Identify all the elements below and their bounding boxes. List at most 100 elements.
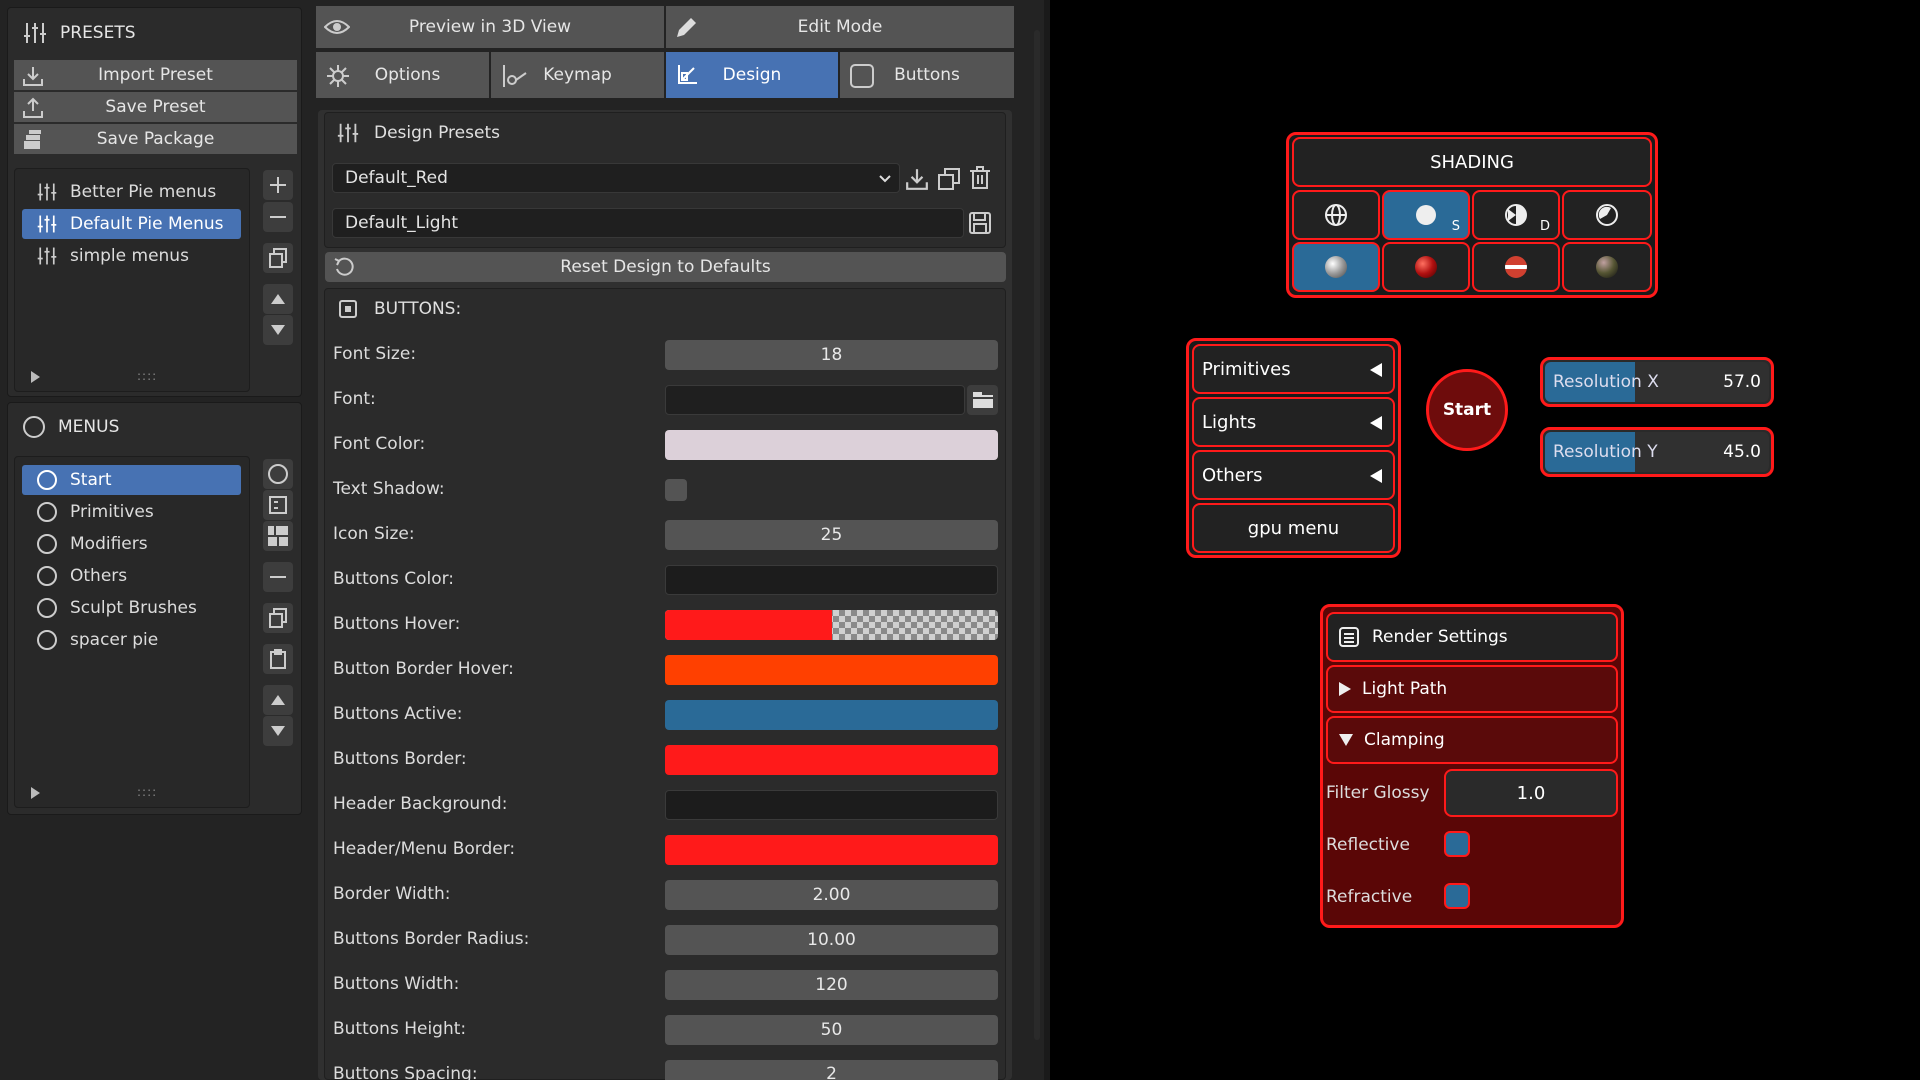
font-color-swatch[interactable] xyxy=(665,430,998,460)
matcap-stripe-button[interactable] xyxy=(1472,242,1560,292)
triangle-down-icon xyxy=(1339,734,1353,746)
menus-header[interactable]: MENUS xyxy=(22,415,119,439)
shading-wireframe-button[interactable] xyxy=(1292,190,1380,240)
expand-icon[interactable] xyxy=(31,787,40,799)
preview-3d-button[interactable]: Preview in 3D View xyxy=(316,6,664,48)
duplicate-icon xyxy=(269,608,287,628)
header-background-swatch[interactable] xyxy=(665,790,998,820)
buttons-border-swatch[interactable] xyxy=(665,745,998,775)
resize-handle[interactable]: :::: xyxy=(137,369,157,383)
reflective-checkbox[interactable] xyxy=(1444,831,1470,857)
matcap-grey-icon xyxy=(1325,256,1347,278)
move-up-button[interactable] xyxy=(263,284,293,314)
duplicate-preset-button[interactable] xyxy=(263,243,293,273)
design-presets-header[interactable]: Design Presets xyxy=(336,121,500,145)
duplicate-icon[interactable] xyxy=(937,167,961,191)
buttons-height-field[interactable]: 50 xyxy=(665,1015,998,1045)
font-label: Font: xyxy=(333,389,376,409)
submenu-gpu-menu[interactable]: gpu menu xyxy=(1192,503,1395,553)
scrollbar[interactable] xyxy=(1034,30,1040,1040)
resolution-y-slider[interactable]: Resolution Y 45.0 xyxy=(1545,432,1769,472)
buttons-spacing-row: Buttons Spacing: 2 xyxy=(0,1058,1040,1080)
list-item[interactable]: spacer pie xyxy=(22,625,241,655)
refractive-checkbox[interactable] xyxy=(1444,883,1470,909)
list-item[interactable]: Others xyxy=(22,561,241,591)
save-icon[interactable] xyxy=(968,211,992,235)
grid-menu-type-button[interactable] xyxy=(263,521,293,551)
list-item[interactable]: Modifiers xyxy=(22,529,241,559)
tab-buttons[interactable]: Buttons xyxy=(840,52,1014,98)
list-item[interactable]: Default Pie Menus xyxy=(22,209,241,239)
list-item[interactable]: Start xyxy=(22,465,241,495)
remove-preset-button[interactable] xyxy=(263,202,293,232)
shading-solid-button[interactable]: S xyxy=(1382,190,1470,240)
import-preset-button[interactable]: Import Preset xyxy=(14,60,297,90)
buttons-spacing-field[interactable]: 2 xyxy=(665,1060,998,1080)
shading-rendered-button[interactable] xyxy=(1562,190,1652,240)
button-border-hover-swatch[interactable] xyxy=(665,655,998,685)
text-shadow-label: Text Shadow: xyxy=(333,479,445,499)
list-item[interactable]: Sculpt Brushes xyxy=(22,593,241,623)
move-up-button[interactable] xyxy=(263,685,293,715)
middle-bg-right xyxy=(1018,0,1044,1080)
buttons-width-field[interactable]: 120 xyxy=(665,970,998,1000)
buttons-header[interactable]: BUTTONS: xyxy=(338,299,461,319)
font-size-field[interactable]: 18 xyxy=(665,340,998,370)
filter-glossy-label: Filter Glossy xyxy=(1326,783,1430,803)
shading-material-button[interactable]: D xyxy=(1472,190,1560,240)
clamping-toggle[interactable]: Clamping xyxy=(1326,716,1618,764)
buttons-color-swatch[interactable] xyxy=(665,565,998,595)
edit-mode-button[interactable]: Edit Mode xyxy=(666,6,1014,48)
move-down-button[interactable] xyxy=(263,716,293,746)
resolution-x-slider[interactable]: Resolution X 57.0 xyxy=(1545,362,1769,402)
trash-icon[interactable] xyxy=(969,166,991,190)
list-icon xyxy=(1339,627,1359,647)
submenu-lights[interactable]: Lights xyxy=(1192,397,1395,447)
submenu-primitives[interactable]: Primitives xyxy=(1192,344,1395,394)
tab-design[interactable]: Design xyxy=(666,52,838,98)
design-preset-select[interactable]: Default_Red xyxy=(332,163,900,193)
reset-design-button[interactable]: Reset Design to Defaults xyxy=(325,252,1006,282)
presets-header[interactable]: PRESETS xyxy=(22,20,136,46)
region-divider[interactable] xyxy=(1044,0,1050,1080)
resize-handle[interactable]: :::: xyxy=(137,785,157,799)
buttons-hover-swatch[interactable] xyxy=(665,610,998,640)
import-icon[interactable] xyxy=(905,167,929,191)
tab-keymap[interactable]: Keymap xyxy=(491,52,664,98)
matcap-red-button[interactable] xyxy=(1382,242,1470,292)
save-preset-button[interactable]: Save Preset xyxy=(14,92,297,122)
pie-menu-type-button[interactable] xyxy=(263,459,293,489)
paste-menu-button[interactable] xyxy=(263,644,293,674)
tab-options[interactable]: Options xyxy=(316,52,489,98)
add-preset-button[interactable] xyxy=(263,170,293,200)
design-light-input[interactable]: Default_Light xyxy=(332,208,964,238)
start-button[interactable]: Start xyxy=(1426,369,1508,451)
save-package-button[interactable]: Save Package xyxy=(14,124,297,154)
duplicate-menu-button[interactable] xyxy=(263,603,293,633)
border-width-field[interactable]: 2.00 xyxy=(665,880,998,910)
move-down-button[interactable] xyxy=(263,315,293,345)
submenu-others[interactable]: Others xyxy=(1192,450,1395,500)
icon-size-field[interactable]: 25 xyxy=(665,520,998,550)
matcap-grey-button[interactable] xyxy=(1292,242,1380,292)
font-path-input[interactable] xyxy=(665,385,965,415)
folder-button[interactable] xyxy=(967,385,998,415)
remove-menu-button[interactable] xyxy=(263,562,293,592)
presets-list[interactable]: Better Pie menus Default Pie Menus simpl… xyxy=(14,168,250,392)
matcap-dark-button[interactable] xyxy=(1562,242,1652,292)
list-item[interactable]: Better Pie menus xyxy=(22,177,241,207)
text-shadow-checkbox[interactable] xyxy=(665,479,687,501)
header-menu-border-swatch[interactable] xyxy=(665,835,998,865)
list-item[interactable]: Primitives xyxy=(22,497,241,527)
refractive-label: Refractive xyxy=(1326,887,1413,907)
panel-menu-type-button[interactable] xyxy=(263,490,293,520)
menus-list[interactable]: Start Primitives Modifiers Others Sculpt… xyxy=(14,456,250,808)
buttons-active-swatch[interactable] xyxy=(665,700,998,730)
filter-glossy-field[interactable]: 1.0 xyxy=(1444,769,1618,817)
light-path-toggle[interactable]: Light Path xyxy=(1326,665,1618,713)
expand-icon[interactable] xyxy=(31,371,40,383)
buttons-border-radius-field[interactable]: 10.00 xyxy=(665,925,998,955)
list-item[interactable]: simple menus xyxy=(22,241,241,271)
render-settings-header[interactable]: Render Settings xyxy=(1326,612,1618,662)
grid-icon xyxy=(268,526,288,546)
